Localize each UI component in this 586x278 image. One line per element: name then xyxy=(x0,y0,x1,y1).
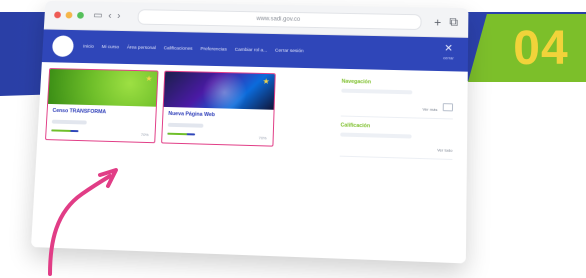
sidebar-link[interactable]: Ver más xyxy=(341,101,454,113)
close-window-dot[interactable] xyxy=(54,11,62,19)
address-bar[interactable]: www.sadi.gov.co xyxy=(137,8,423,30)
star-icon[interactable]: ★ xyxy=(145,74,153,83)
sidebar-line xyxy=(340,132,412,139)
nav-item-preferencias[interactable]: Preferencias xyxy=(200,47,227,52)
sidebar-link-text[interactable]: Ver todo xyxy=(437,147,452,153)
sidebar-block-navegacion: Navegación Ver más xyxy=(340,72,454,120)
course-image xyxy=(163,71,275,110)
sidebar-line xyxy=(341,88,413,95)
nav-item-calificaciones[interactable]: Calificaciones xyxy=(164,46,193,51)
sidebar-toggle-icon[interactable]: ▭ xyxy=(93,10,103,21)
course-subtitle xyxy=(51,119,87,125)
forward-icon[interactable]: › xyxy=(117,11,121,22)
course-card[interactable]: ★ Censo TRANSFORMA 70% xyxy=(45,68,159,144)
back-icon[interactable]: ‹ xyxy=(108,11,112,22)
star-icon[interactable]: ★ xyxy=(262,77,270,86)
sidebar-block-calificacion: Calificación Ver todo xyxy=(339,116,453,160)
main-nav: Inicio Mi curso Área personal Calificaci… xyxy=(83,44,304,54)
course-progress xyxy=(167,132,196,136)
new-tab-icon[interactable]: + xyxy=(434,15,441,29)
browser-actions: + ⧉ xyxy=(434,15,458,30)
app-logo[interactable] xyxy=(51,35,75,57)
course-image xyxy=(48,69,158,107)
sidebar-link[interactable]: Ver todo xyxy=(340,145,452,153)
course-card[interactable]: ★ Nueva Página Web 70% xyxy=(161,70,276,147)
course-meta: Censo TRANSFORMA xyxy=(47,104,156,126)
nav-item-area-personal[interactable]: Área personal xyxy=(127,45,156,50)
course-subtitle xyxy=(167,122,204,128)
nav-item-inicio[interactable]: Inicio xyxy=(83,44,94,49)
nav-item-cambiar-rol[interactable]: Cambiar rol a... xyxy=(235,47,268,53)
sidebar-title: Calificación xyxy=(340,122,371,130)
nav-item-mi-curso[interactable]: Mi curso xyxy=(101,45,119,50)
minimize-window-dot[interactable] xyxy=(65,11,73,19)
link-icon[interactable] xyxy=(442,103,454,112)
nav-item-cerrar-sesion[interactable]: Cerrar sesión xyxy=(275,48,304,54)
maximize-window-dot[interactable] xyxy=(76,11,85,19)
close-label: cerrar xyxy=(443,55,454,61)
right-sidebar: Navegación Ver más Calificación Ver todo xyxy=(339,72,454,166)
course-progress xyxy=(51,129,79,133)
copy-icon[interactable]: ⧉ xyxy=(449,15,458,30)
course-title[interactable]: Censo TRANSFORMA xyxy=(52,108,150,116)
browser-window: ▭ ‹ › www.sadi.gov.co + ⧉ Inicio Mi curs… xyxy=(30,0,469,264)
step-number: 04 xyxy=(513,22,569,75)
course-progress-text: 70% xyxy=(258,135,267,141)
course-progress-text: 70% xyxy=(140,131,149,138)
page-content: ★ Censo TRANSFORMA 70% ★ Nueva Página We… xyxy=(30,62,468,264)
course-title[interactable]: Nueva Página Web xyxy=(168,111,268,120)
course-cards: ★ Censo TRANSFORMA 70% ★ Nueva Página We… xyxy=(45,68,276,147)
sidebar-link-text[interactable]: Ver más xyxy=(422,107,437,112)
window-controls xyxy=(54,11,85,19)
sidebar-title: Navegación xyxy=(341,78,372,86)
header-close[interactable]: ✕ cerrar xyxy=(439,43,458,64)
course-meta: Nueva Página Web xyxy=(163,107,274,130)
close-icon[interactable]: ✕ xyxy=(444,43,453,54)
